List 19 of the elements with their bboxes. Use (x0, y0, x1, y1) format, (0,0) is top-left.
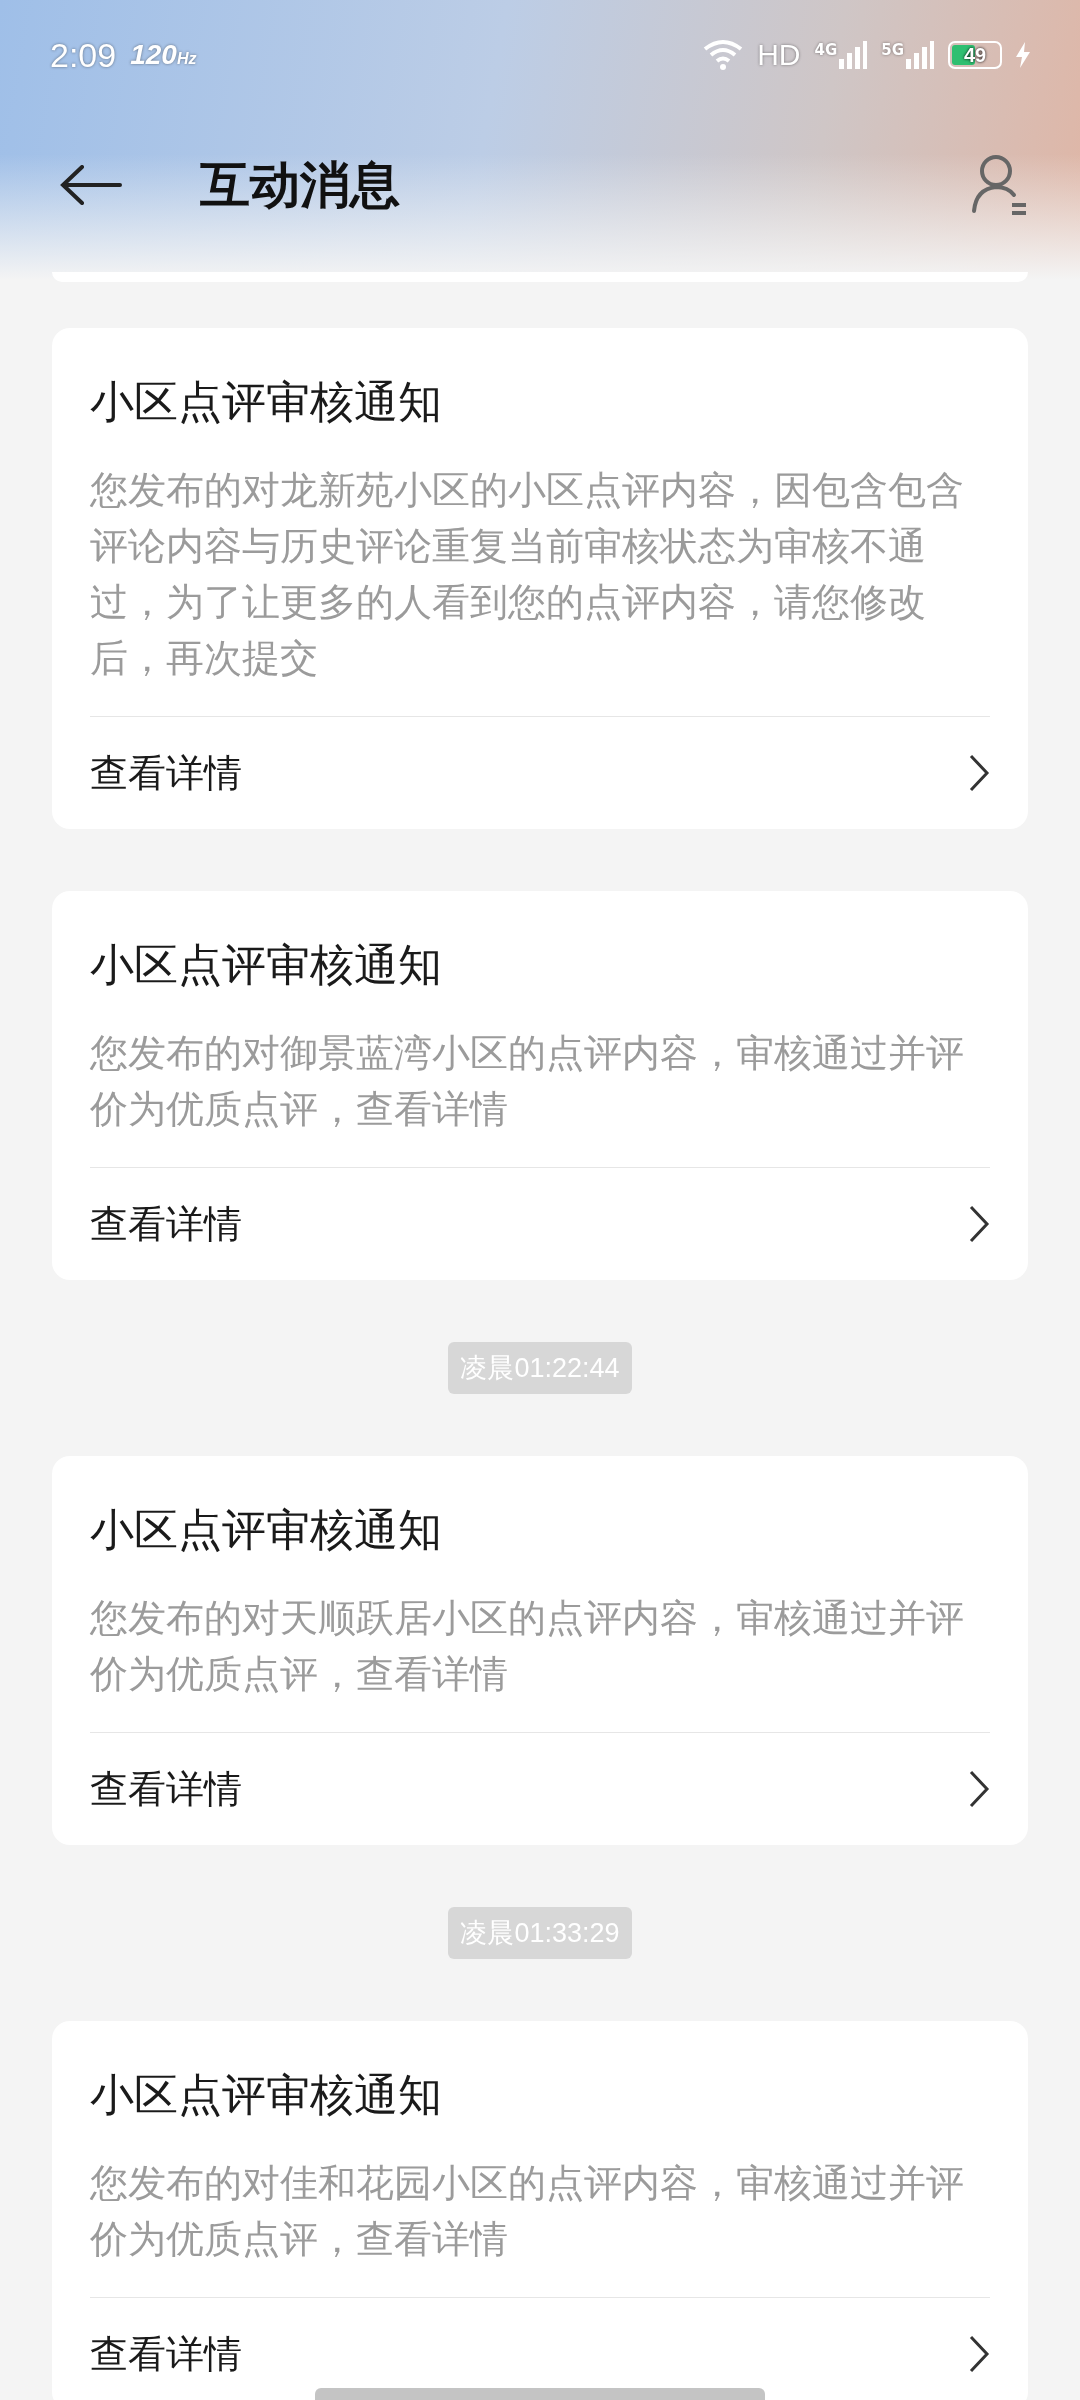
details-link[interactable]: 查看详情 (90, 717, 990, 829)
card-title: 小区点评审核通知 (90, 2068, 443, 2122)
details-link[interactable]: 查看详情 (90, 2298, 990, 2400)
hd-label: HD (757, 38, 801, 72)
card-message: 您发布的对佳和花园小区的点评内容，审核通过并评价为优质点评，查看详情 (90, 2160, 965, 2263)
status-time: 2:09 (50, 35, 117, 75)
card-title: 小区点评审核通知 (90, 375, 443, 429)
page-title: 互动消息 (200, 154, 401, 216)
network-label: 4G (814, 41, 838, 59)
card-title: 小区点评审核通知 (90, 938, 443, 992)
card-message: 您发布的对天顺跃居小区的点评内容，审核通过并评价为优质点评，查看详情 (90, 1595, 965, 1698)
card-message: 您发布的对御景蓝湾小区的点评内容，审核通过并评价为优质点评，查看详情 (90, 1030, 965, 1133)
card-message: 您发布的对龙新苑小区的小区点评内容，因包含包含评论内容与历史评论重复当前审核状态为审核不通过，为了让更多的人看到您的点评内容，请您修改后，再次提交 (90, 467, 965, 682)
refresh-rate: 120Hz (130, 39, 197, 71)
details-link[interactable]: 查看详情 (90, 1168, 990, 1280)
battery-icon: 49 (948, 41, 1002, 69)
details-link[interactable]: 查看详情 (90, 1733, 990, 1845)
card-title: 小区点评审核通知 (90, 1503, 443, 1557)
network-label: 5G (881, 41, 904, 59)
